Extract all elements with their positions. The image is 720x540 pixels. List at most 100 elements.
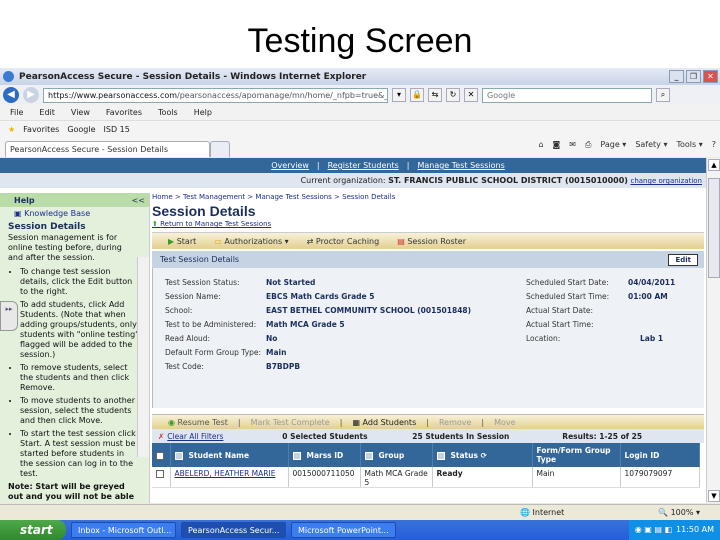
- refresh-icon[interactable]: ↻: [446, 88, 460, 102]
- tools-menu[interactable]: Tools ▾: [676, 140, 702, 150]
- clear-filter-icon: ✗: [158, 431, 165, 441]
- kb-icon: ▣: [14, 209, 25, 218]
- scroll-down-icon[interactable]: ▼: [708, 490, 720, 502]
- nav-overview[interactable]: Overview: [271, 161, 309, 170]
- main-content: Home > Test Management > Manage Test Ses…: [152, 193, 704, 488]
- edit-button[interactable]: Edit: [668, 253, 698, 266]
- col-group[interactable]: Group: [360, 443, 433, 467]
- mail-icon[interactable]: ✉: [569, 140, 576, 150]
- menu-tools[interactable]: Tools: [158, 108, 178, 117]
- add-students-button[interactable]: ▦ Add Students: [352, 418, 416, 427]
- test-code-value: B7BDPB: [266, 361, 301, 371]
- safety-menu[interactable]: Safety ▾: [635, 140, 667, 150]
- lock-icon[interactable]: 🔒: [410, 88, 424, 102]
- authorizations-button[interactable]: ▭ Authorizations ▾: [214, 237, 288, 246]
- tab-row: PearsonAccess Secure - Session Details ⌂…: [0, 137, 720, 157]
- refresh-icon: ⟳: [480, 450, 487, 460]
- task-powerpoint[interactable]: Microsoft PowerPoint...: [291, 522, 396, 538]
- resume-test-button[interactable]: ◉ Resume Test: [168, 418, 228, 427]
- col-student-name[interactable]: Student Name: [170, 443, 289, 467]
- results-count: Results: 1-25 of 25: [562, 431, 643, 441]
- folder-icon: ▭: [214, 236, 225, 246]
- feeds-icon[interactable]: ◙: [553, 140, 561, 150]
- knowledge-base-link[interactable]: Knowledge Base: [24, 209, 90, 218]
- mark-complete-button[interactable]: Mark Test Complete: [251, 418, 330, 427]
- org-bar: Current organization: ST. FRANCIS PUBLIC…: [0, 173, 706, 188]
- fav-google[interactable]: Google: [67, 125, 95, 134]
- task-ie[interactable]: PearsonAccess Secur...: [181, 522, 286, 538]
- expand-side-tab[interactable]: ▸▸: [0, 301, 18, 331]
- help-bullet: To change test session details, click th…: [20, 267, 139, 297]
- nav-manage-sessions[interactable]: Manage Test Sessions: [417, 161, 504, 170]
- page-title: Session Details: [152, 203, 256, 219]
- minimize-button[interactable]: _: [669, 70, 684, 83]
- close-button[interactable]: ✕: [703, 70, 718, 83]
- home-icon[interactable]: ⌂: [538, 140, 543, 150]
- start-time-value: 01:00 AM: [628, 291, 668, 301]
- up-arrow-icon: ⬆: [152, 220, 161, 228]
- new-tab-button[interactable]: [210, 141, 230, 157]
- change-org-link[interactable]: change organization: [630, 177, 702, 185]
- fav-isd[interactable]: ISD 15: [104, 125, 130, 134]
- help-icon[interactable]: ?: [712, 140, 716, 150]
- student-name-link[interactable]: ABELERD, HEATHER MARIE: [175, 469, 276, 478]
- table-row: ABELERD, HEATHER MARIE 0015000711050 Mat…: [152, 467, 700, 488]
- favorites-button[interactable]: Favorites: [23, 125, 59, 134]
- remove-button[interactable]: Remove: [439, 418, 471, 427]
- menu-file[interactable]: File: [10, 108, 23, 117]
- compat-icon[interactable]: ⇆: [428, 88, 442, 102]
- play-icon: ▶: [168, 236, 177, 246]
- menu-edit[interactable]: Edit: [39, 108, 55, 117]
- stop-icon[interactable]: ✕: [464, 88, 478, 102]
- session-roster-button[interactable]: ▤ Session Roster: [397, 237, 466, 246]
- browser-window: PearsonAccess Secure - Session Details -…: [0, 68, 720, 540]
- forward-button[interactable]: ▶: [23, 87, 39, 103]
- window-title: PearsonAccess Secure - Session Details -…: [19, 71, 367, 82]
- scroll-thumb[interactable]: [708, 178, 720, 278]
- col-status[interactable]: Status ⟳: [432, 443, 533, 467]
- slide-title: Testing Screen: [247, 22, 473, 60]
- start-button-os[interactable]: start: [0, 520, 66, 540]
- select-all-checkbox[interactable]: [156, 451, 164, 460]
- col-marss-id[interactable]: Marss ID: [288, 443, 361, 467]
- print-icon[interactable]: ⎙: [585, 140, 591, 150]
- nav-register-students[interactable]: Register Students: [328, 161, 399, 170]
- help-scrollbar[interactable]: [137, 257, 149, 457]
- start-button[interactable]: ▶ Start: [168, 237, 196, 246]
- search-icon[interactable]: ⌕: [656, 88, 670, 102]
- top-nav: Overview | Register Students | Manage Test…: [0, 158, 706, 173]
- collapse-help-button[interactable]: <<: [132, 196, 145, 205]
- return-link[interactable]: ⬆ Return to Manage Test Sessions: [152, 220, 704, 232]
- restore-button[interactable]: ❐: [686, 70, 701, 83]
- breadcrumb[interactable]: Home > Test Management > Manage Test Ses…: [152, 193, 704, 203]
- address-input[interactable]: https://www.pearsonaccess.com/pearsonacc…: [43, 87, 388, 103]
- page-menu[interactable]: Page ▾: [600, 140, 626, 150]
- menu-favorites[interactable]: Favorites: [106, 108, 142, 117]
- system-tray: ◉ ▣ ▤ ◧ 11:50 AM: [628, 520, 720, 540]
- move-button[interactable]: Move: [494, 418, 515, 427]
- task-outlook[interactable]: Inbox - Microsoft Outl...: [71, 522, 176, 538]
- row-checkbox[interactable]: [156, 470, 164, 478]
- search-input[interactable]: Google: [482, 87, 652, 103]
- help-note: Note: Start will be greyed out and you w…: [8, 482, 135, 503]
- scroll-up-icon[interactable]: ▲: [708, 159, 720, 171]
- menu-view[interactable]: View: [71, 108, 90, 117]
- col-form[interactable]: Form/Form Group Type: [532, 443, 621, 467]
- clear-filters-link[interactable]: Clear All Filters: [167, 432, 282, 441]
- browser-tab[interactable]: PearsonAccess Secure - Session Details: [5, 141, 210, 157]
- add-students-icon: ▦: [352, 417, 363, 427]
- start-date-value: 04/04/2011: [628, 277, 676, 287]
- col-login-id[interactable]: Login ID: [620, 443, 700, 467]
- page-scrollbar[interactable]: ▲ ▼: [706, 158, 720, 503]
- location-value: Lab 1: [640, 333, 664, 343]
- proctor-caching-button[interactable]: ⇄ Proctor Caching: [307, 237, 380, 246]
- back-button[interactable]: ◀: [3, 87, 19, 103]
- dropdown-icon[interactable]: ▾: [392, 88, 406, 102]
- menu-help[interactable]: Help: [194, 108, 212, 117]
- help-bullet: To move students to another session, sel…: [20, 396, 139, 426]
- ie-icon: [3, 71, 14, 82]
- help-panel: Help << ▣ Knowledge Base Session Details …: [0, 193, 150, 503]
- zoom-level[interactable]: 🔍 100% ▾: [658, 508, 700, 517]
- menu-bar: File Edit View Favorites Tools Help: [0, 105, 720, 121]
- tray-icons[interactable]: ◉ ▣ ▤ ◧: [635, 520, 672, 540]
